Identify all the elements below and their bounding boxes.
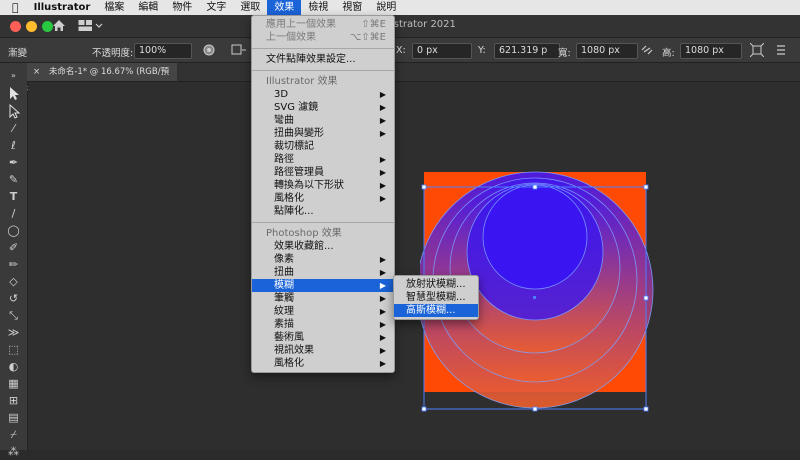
menu-item-warp[interactable]: 彎曲 ▶ bbox=[252, 114, 394, 127]
menu-item-last-effect[interactable]: 上一個效果 ⌥⇧⌘E bbox=[252, 31, 394, 44]
shape-builder-icon[interactable]: ◐ bbox=[5, 358, 22, 375]
center-point bbox=[533, 296, 536, 299]
menu-item-effect-gallery[interactable]: 效果收藏館... bbox=[252, 240, 394, 253]
shaper-icon[interactable]: ✏ bbox=[5, 256, 22, 273]
effect-menu: 應用上一個效果 ⇧⌘E 上一個效果 ⌥⇧⌘E 文件點陣效果設定... Illustr… bbox=[251, 15, 395, 373]
tools-panel: » ⁄ ℓ ✒ ✎ T / ◯ ✐ ✏ ◇ ↺ ⤡ ≫ ⬚ ◐ ▦ ⊞ ▤ ⌿ … bbox=[0, 63, 28, 458]
collapse-panel-icon[interactable]: » bbox=[5, 67, 22, 84]
menu-type[interactable]: 文字 bbox=[199, 0, 233, 15]
menu-help[interactable]: 說明 bbox=[369, 0, 403, 15]
blur-submenu: 放射狀模糊... 智慧型模糊... 高斯模糊... bbox=[393, 275, 479, 320]
menu-edit[interactable]: 編輯 bbox=[131, 0, 165, 15]
menu-item-stylize-ps[interactable]: 風格化 ▶ bbox=[252, 357, 394, 370]
perspective-grid-icon[interactable]: ▦ bbox=[5, 375, 22, 392]
rotate-icon[interactable]: ↺ bbox=[5, 290, 22, 307]
minimize-window-button[interactable] bbox=[26, 21, 37, 32]
menu-item-gaussian-blur[interactable]: 高斯模糊... bbox=[394, 304, 478, 317]
line-icon[interactable]: / bbox=[5, 205, 22, 222]
align-icon[interactable] bbox=[231, 44, 247, 56]
workspace-icon[interactable] bbox=[78, 19, 104, 32]
selection-type-label: 漸變 bbox=[8, 48, 28, 59]
opacity-label: 不透明度: bbox=[92, 48, 134, 59]
menu-item-pixelate[interactable]: 像素 ▶ bbox=[252, 253, 394, 266]
free-transform-icon[interactable]: ⬚ bbox=[5, 341, 22, 358]
menu-item-svg-filters[interactable]: SVG 濾鏡 ▶ bbox=[252, 101, 394, 114]
menu-item-stylize-ai[interactable]: 風格化 ▶ bbox=[252, 192, 394, 205]
type-icon[interactable]: T bbox=[5, 188, 22, 205]
menu-item-artistic[interactable]: 藝術風 ▶ bbox=[252, 331, 394, 344]
document-tab[interactable]: × 未命名-1* @ 16.67% (RGB/預視) bbox=[27, 63, 177, 95]
eraser-icon[interactable]: ◇ bbox=[5, 273, 22, 290]
menu-separator bbox=[252, 48, 394, 49]
transform-icon[interactable] bbox=[750, 43, 764, 57]
document-tab-bar: × 未命名-1* @ 16.67% (RGB/預視) bbox=[27, 63, 800, 95]
menu-item-texture[interactable]: 紋理 ▶ bbox=[252, 305, 394, 318]
menu-item-distort-transform[interactable]: 扭曲與變形 ▶ bbox=[252, 127, 394, 140]
menu-window[interactable]: 視窗 bbox=[335, 0, 369, 15]
menu-item-brush-strokes[interactable]: 筆觸 ▶ bbox=[252, 292, 394, 305]
gradient-icon[interactable]: ▤ bbox=[5, 409, 22, 426]
canvas-area[interactable] bbox=[28, 82, 800, 450]
apple-icon[interactable]:  bbox=[0, 0, 27, 15]
selection-tool-icon[interactable] bbox=[5, 85, 22, 102]
menu-item-3d[interactable]: 3D ▶ bbox=[252, 88, 394, 101]
pen-icon[interactable]: ✒ bbox=[5, 154, 22, 171]
blend-icon[interactable]: ⁂ bbox=[5, 443, 22, 460]
panel-menu-icon[interactable] bbox=[776, 43, 790, 57]
width-field[interactable]: 1080 px bbox=[576, 43, 638, 59]
menu-select[interactable]: 選取 bbox=[233, 0, 267, 15]
lasso-icon[interactable]: ℓ bbox=[5, 137, 22, 154]
menu-item-smart-blur[interactable]: 智慧型模糊... bbox=[394, 291, 478, 304]
menu-separator bbox=[252, 70, 394, 71]
ellipse-icon[interactable]: ◯ bbox=[5, 222, 22, 239]
mac-menubar:  Illustrator 檔案 編輯 物件 文字 選取 效果 檢視 視窗 說明 bbox=[0, 0, 800, 15]
menu-item-sketch[interactable]: 素描 ▶ bbox=[252, 318, 394, 331]
menu-item-path[interactable]: 路徑 ▶ bbox=[252, 153, 394, 166]
menu-item-rasterize[interactable]: 點陣化... bbox=[252, 205, 394, 218]
menu-item-apply-last[interactable]: 應用上一個效果 ⇧⌘E bbox=[252, 18, 394, 31]
menu-item-blur[interactable]: 模糊 ▶ bbox=[252, 279, 394, 292]
y-label: Y: bbox=[478, 45, 486, 56]
close-window-button[interactable] bbox=[10, 21, 21, 32]
menu-item-crop-marks[interactable]: 裁切標記 bbox=[252, 140, 394, 153]
eyedropper-icon[interactable]: ⌿ bbox=[5, 426, 22, 443]
menu-separator bbox=[252, 222, 394, 223]
height-field[interactable]: 1080 px bbox=[680, 43, 742, 59]
menu-item-distort-ps[interactable]: 扭曲 ▶ bbox=[252, 266, 394, 279]
mesh-icon[interactable]: ⊞ bbox=[5, 392, 22, 409]
x-position-field[interactable]: 0 px bbox=[412, 43, 472, 59]
y-position-field[interactable]: 621.319 p bbox=[494, 43, 560, 59]
menu-view[interactable]: 檢視 bbox=[301, 0, 335, 15]
menu-effect[interactable]: 效果 bbox=[267, 0, 302, 15]
menu-item-video[interactable]: 視訊效果 ▶ bbox=[252, 344, 394, 357]
menu-item-raster-settings[interactable]: 文件點陣效果設定... bbox=[252, 53, 394, 66]
menu-section-illustrator: Illustrator 效果 bbox=[266, 76, 338, 87]
menu-item-pathfinder[interactable]: 路徑管理員 ▶ bbox=[252, 166, 394, 179]
curvature-icon[interactable]: ✎ bbox=[5, 171, 22, 188]
constrain-proportions-icon[interactable] bbox=[640, 44, 654, 56]
magic-wand-icon[interactable]: ⁄ bbox=[5, 120, 22, 137]
title-bar: Adobe Illustrator 2021 bbox=[0, 15, 800, 38]
direct-selection-tool-icon[interactable] bbox=[5, 103, 22, 120]
control-bar: 漸變 不透明度: 100% X: 0 px Y: 621.319 p 寬: 10… bbox=[0, 38, 800, 63]
paintbrush-icon[interactable]: ✐ bbox=[5, 239, 22, 256]
window-title: Adobe Illustrator 2021 bbox=[344, 19, 456, 30]
width-icon[interactable]: ≫ bbox=[5, 324, 22, 341]
home-icon[interactable] bbox=[52, 19, 66, 32]
menu-item-convert-to-shape[interactable]: 轉換為以下形狀 ▶ bbox=[252, 179, 394, 192]
menu-app-name[interactable]: Illustrator bbox=[27, 0, 98, 15]
recolor-icon[interactable] bbox=[203, 44, 215, 56]
menu-item-radial-blur[interactable]: 放射狀模糊... bbox=[394, 278, 478, 291]
blend-circle-top[interactable] bbox=[483, 185, 587, 289]
menu-section-photoshop: Photoshop 效果 bbox=[266, 228, 342, 239]
scale-icon[interactable]: ⤡ bbox=[5, 307, 22, 324]
x-label: X: bbox=[396, 45, 406, 56]
width-label: 寬: bbox=[558, 48, 571, 59]
menu-file[interactable]: 檔案 bbox=[97, 0, 131, 15]
opacity-field[interactable]: 100% bbox=[134, 43, 192, 59]
menu-object[interactable]: 物件 bbox=[165, 0, 199, 15]
close-tab-icon[interactable]: × bbox=[33, 67, 40, 77]
height-label: 高: bbox=[662, 48, 675, 59]
